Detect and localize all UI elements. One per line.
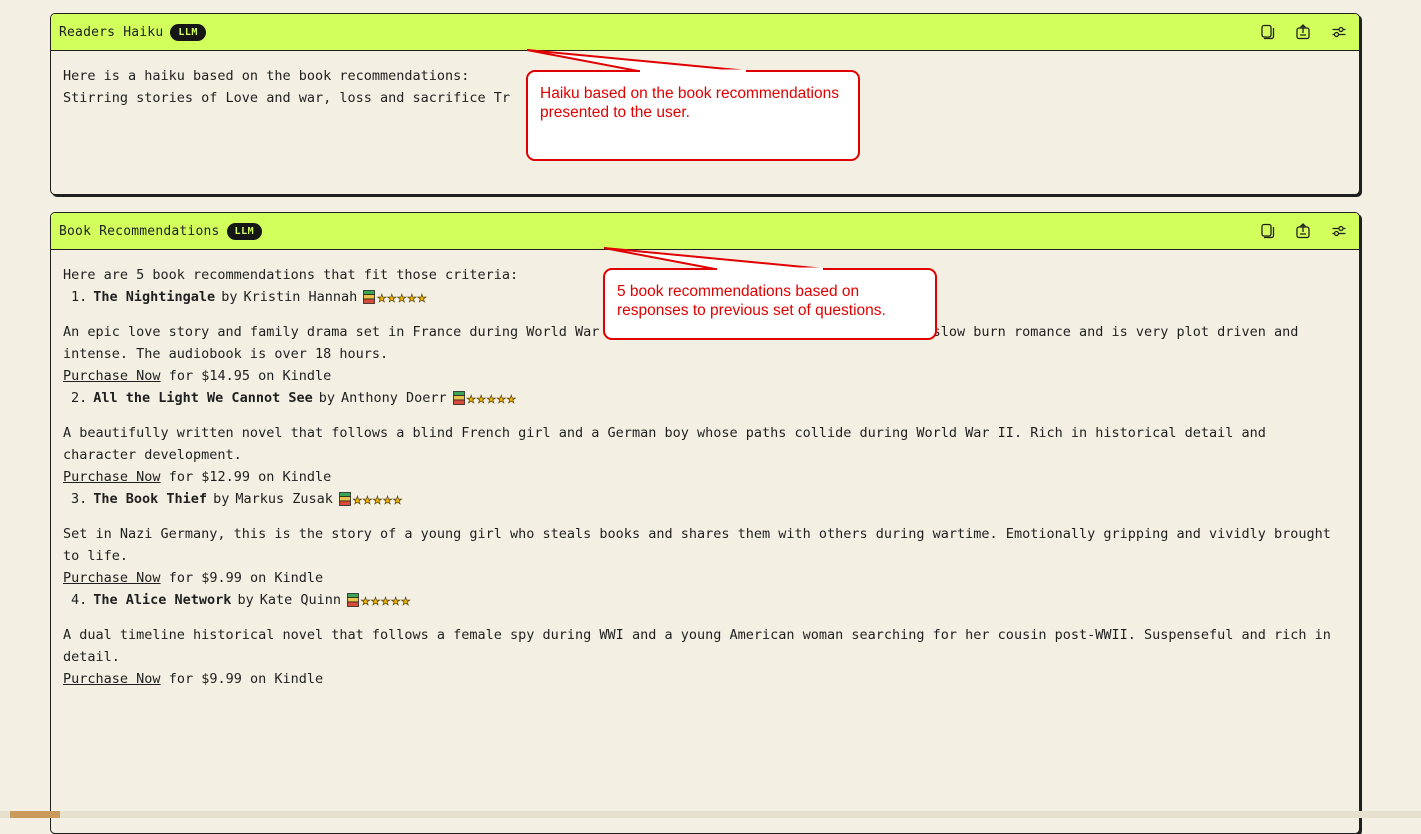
list-item: 2. All the Light We Cannot See by Anthon… (71, 387, 1347, 409)
by-label: by (318, 390, 335, 406)
by-label: by (213, 491, 230, 507)
purchase-price: for $12.99 on Kindle (168, 469, 332, 485)
haiku-panel-header: Readers Haiku LLM (51, 14, 1359, 51)
book-title: The Book Thief (93, 491, 208, 507)
book-author: Markus Zusak (235, 491, 333, 507)
book-title: The Nightingale (93, 289, 216, 305)
purchase-price: for $9.99 on Kindle (168, 570, 324, 586)
recommendations-panel-title: Book Recommendations (59, 223, 220, 239)
purchase-price: for $9.99 on Kindle (168, 671, 324, 687)
book-author: Anthony Doerr (340, 390, 447, 406)
list-item: 4. The Alice Network by Kate Quinn ★★★★★ (71, 589, 1347, 611)
star-rating: ★★★★★ (377, 288, 428, 307)
book-title: All the Light We Cannot See (93, 390, 313, 406)
star-rating: ★★★★★ (360, 591, 412, 610)
haiku-panel-title: Readers Haiku (59, 24, 164, 40)
book-description: A beautifully written novel that follows… (63, 425, 1266, 463)
star-rating: ★★★★★ (466, 389, 517, 408)
settings-sliders-icon[interactable] (1331, 24, 1347, 40)
item-number: 1. (71, 289, 88, 305)
purchase-now-link[interactable]: Purchase Now (63, 671, 161, 687)
item-number: 2. (71, 390, 88, 406)
purchase-now-link[interactable]: Purchase Now (63, 368, 161, 384)
purchase-now-link[interactable]: Purchase Now (63, 469, 161, 485)
settings-sliders-icon[interactable] (1331, 223, 1347, 239)
list-item: 3. The Book Thief by Markus Zusak ★★★★★ (71, 488, 1347, 510)
purchase-line: Purchase Now for $9.99 on Kindle (63, 668, 1347, 690)
book-description: Set in Nazi Germany, this is the story o… (63, 526, 1331, 564)
purchase-line: Purchase Now for $14.95 on Kindle (63, 365, 1347, 387)
book-description: A dual timeline historical novel that fo… (63, 627, 1331, 665)
book-title: The Alice Network (93, 592, 232, 608)
taskbar-strip (0, 811, 1421, 818)
share-icon[interactable] (1295, 223, 1311, 239)
book-author: Kate Quinn (259, 592, 341, 608)
book-author: Kristin Hannah (243, 289, 358, 305)
purchase-price: for $14.95 on Kindle (168, 368, 332, 384)
taskbar-thumbnail (10, 811, 60, 818)
books-icon (363, 290, 376, 304)
share-icon[interactable] (1295, 24, 1311, 40)
purchase-line: Purchase Now for $12.99 on Kindle (63, 466, 1347, 488)
item-number: 3. (71, 491, 88, 507)
purchase-line: Purchase Now for $9.99 on Kindle (63, 567, 1347, 589)
books-icon (338, 492, 351, 506)
star-rating: ★★★★★ (352, 490, 404, 509)
haiku-callout: Haiku based on the book recommendations … (526, 70, 860, 161)
recommendations-panel-header: Book Recommendations LLM (51, 213, 1359, 250)
llm-badge: LLM (170, 23, 206, 41)
by-label: by (221, 289, 238, 305)
copy-icon[interactable] (1259, 223, 1275, 239)
purchase-now-link[interactable]: Purchase Now (63, 570, 161, 586)
llm-badge: LLM (226, 222, 263, 240)
books-icon (347, 593, 359, 607)
copy-icon[interactable] (1259, 24, 1275, 40)
item-number: 4. (71, 592, 88, 608)
recommendations-callout: 5 book recommendations based on response… (603, 268, 937, 340)
by-label: by (237, 592, 254, 608)
books-icon (452, 391, 465, 405)
